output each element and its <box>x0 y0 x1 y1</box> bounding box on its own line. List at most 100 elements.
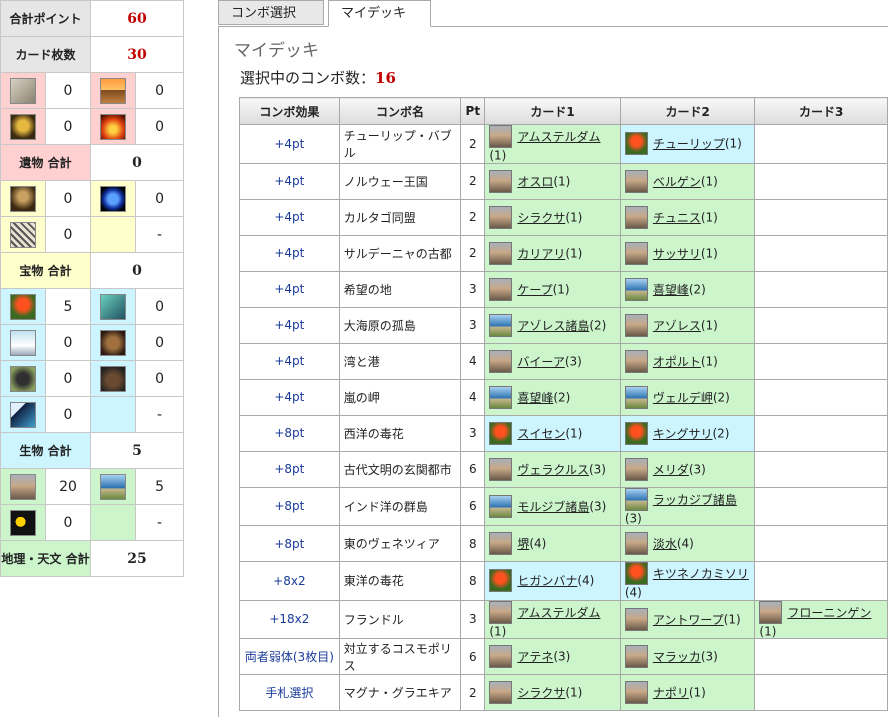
card-link[interactable]: 喜望峰 <box>653 283 689 297</box>
card-link[interactable]: モルジブ諸島 <box>517 500 589 514</box>
combo-name: サルデーニャの古都 <box>338 234 462 272</box>
portrait-icon <box>10 185 36 212</box>
treasure-count: 0 <box>44 216 92 253</box>
relic-slot[interactable] <box>0 72 46 109</box>
geo-slot[interactable] <box>0 504 46 541</box>
creature-count: 0 <box>135 360 185 397</box>
card-link[interactable]: キングサリ <box>653 427 713 441</box>
card-link[interactable]: ラッカジブ諸島 <box>653 493 737 507</box>
card-cell-empty <box>754 674 888 711</box>
card-link[interactable]: アテネ <box>517 650 553 664</box>
relic-slot[interactable] <box>90 72 137 109</box>
combo-effect: +18x2 <box>239 599 340 639</box>
card-link[interactable]: カリアリ <box>517 247 565 261</box>
card-link[interactable]: チューリップ <box>653 137 725 151</box>
card-count: (1) <box>700 210 718 224</box>
card-link[interactable]: アムステルダム <box>517 606 600 620</box>
treasure-slot[interactable] <box>90 180 137 217</box>
card-cell-1: シラクサ(1) <box>484 198 621 236</box>
card-cell-1: ヴェラクルス(3) <box>484 450 621 488</box>
card-link[interactable]: マラッカ <box>653 650 701 664</box>
card-link[interactable]: オポルト <box>653 355 701 369</box>
card-link[interactable]: シラクサ <box>517 211 565 225</box>
card-link[interactable]: ヴェラクルス <box>517 463 589 477</box>
card-cell-empty <box>754 124 888 164</box>
card-link[interactable]: スイセン <box>517 427 565 441</box>
treasure-total-row: 宝物 合計 0 <box>0 252 185 289</box>
card-count: (1) <box>700 354 718 368</box>
combo-pt: 8 <box>460 525 486 562</box>
card-link[interactable]: サッサリ <box>653 247 701 261</box>
table-row: +4pt 湾と港 4 バイーア(3) オポルト(1) <box>239 342 888 380</box>
card-count-row: カード枚数 30 <box>0 36 185 73</box>
creature-count: 0 <box>44 396 92 433</box>
city-icon <box>489 205 513 229</box>
combo-pt: 2 <box>460 162 486 200</box>
card-link[interactable]: ヴェルデ岬 <box>653 391 713 405</box>
card-link[interactable]: メリダ <box>653 463 689 477</box>
fire-icon <box>100 113 127 140</box>
card-cell-2: メリダ(3) <box>619 450 756 488</box>
geo-count: 20 <box>44 468 92 505</box>
city-icon <box>624 169 648 193</box>
gem-icon <box>100 185 127 212</box>
treasure-slot[interactable] <box>0 180 46 217</box>
combo-name: 東洋の毒花 <box>338 561 462 601</box>
relic-slot[interactable] <box>0 108 46 145</box>
card-cell-1: 堺(4) <box>484 525 621 562</box>
card-link[interactable]: バイーア <box>517 355 565 369</box>
combo-pt: 3 <box>460 270 486 308</box>
header-card3: カード3 <box>754 97 888 125</box>
tulip-icon <box>624 421 648 445</box>
card-link[interactable]: フローニンゲン <box>787 606 871 620</box>
card-link[interactable]: ヒガンバナ <box>517 574 577 588</box>
card-link[interactable]: ナポリ <box>653 686 689 700</box>
card-link[interactable]: アゾレス <box>653 319 701 333</box>
creature-slot[interactable] <box>0 396 46 433</box>
coast-icon <box>624 385 648 409</box>
treasure-slot[interactable] <box>0 216 46 253</box>
creature-slot[interactable] <box>90 288 137 325</box>
card-count: (3) <box>564 354 582 368</box>
geo-slot[interactable] <box>90 468 137 505</box>
creature-slot[interactable] <box>0 288 46 325</box>
selected-combo-count: 選択中のコンボ数：16 <box>240 67 396 88</box>
relic-slot[interactable] <box>90 108 137 145</box>
card-count: (3) <box>589 499 607 514</box>
city-icon <box>624 457 648 481</box>
card-link[interactable]: ベルゲン <box>653 175 701 189</box>
card-cell-2: 喜望峰(2) <box>619 270 756 308</box>
creature-total-row: 生物 合計 5 <box>0 432 185 469</box>
creature-slot[interactable] <box>90 360 137 397</box>
card-link[interactable]: 淡水 <box>653 537 677 551</box>
card-link[interactable]: ケープ <box>517 283 552 297</box>
card-link[interactable]: アゾレス諸島 <box>517 319 589 333</box>
card-count: (1) <box>489 624 507 638</box>
combo-effect: +4pt <box>239 162 340 200</box>
mask-icon <box>10 113 36 140</box>
card-count: (1) <box>759 624 777 638</box>
combo-effect: +8pt <box>239 486 340 526</box>
card-cell-1: スイセン(1) <box>484 414 621 452</box>
card-cell-empty <box>754 162 888 200</box>
card-link[interactable]: アムステルダム <box>517 130 600 144</box>
card-cell-2: チューリップ(1) <box>619 124 756 164</box>
card-count: (3) <box>688 462 706 476</box>
tab-combo-select[interactable]: コンボ選択 <box>218 0 324 25</box>
city-icon <box>624 607 648 631</box>
card-link[interactable]: 堺 <box>517 537 529 551</box>
header-combo-name: コンボ名 <box>338 97 462 125</box>
card-link[interactable]: オスロ <box>517 175 553 189</box>
card-link[interactable]: キツネノカミソリ <box>653 567 749 581</box>
card-link[interactable]: シラクサ <box>517 686 565 700</box>
tab-my-deck[interactable]: マイデッキ <box>328 0 431 27</box>
combo-name: 湾と港 <box>338 342 462 380</box>
card-link[interactable]: アントワープ <box>653 613 724 627</box>
creature-slot[interactable] <box>90 324 137 361</box>
card-link[interactable]: チュニス <box>653 211 701 225</box>
creature-slot[interactable] <box>0 324 46 361</box>
creature-slot[interactable] <box>0 360 46 397</box>
combo-pt: 6 <box>460 450 486 488</box>
card-link[interactable]: 喜望峰 <box>517 391 553 405</box>
geo-slot[interactable] <box>0 468 46 505</box>
